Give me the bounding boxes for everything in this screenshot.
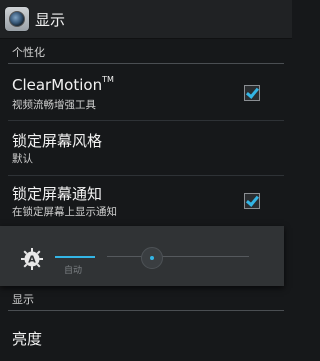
pref-summary: 在锁定屏幕上显示通知 (12, 206, 117, 218)
auto-label: 自动 (64, 266, 83, 276)
section-divider (8, 63, 284, 64)
pref-summary: 默认 (12, 153, 33, 165)
auto-letter: A (28, 255, 36, 266)
section-divider (8, 310, 284, 311)
section-header-display: 显示 (0, 287, 292, 311)
checkmark-icon (245, 193, 260, 207)
pref-clearmotion[interactable]: ClearMotionTM 视频流畅增强工具 (0, 66, 292, 120)
page-title: 显示 (35, 10, 66, 29)
pref-title: 锁定屏幕风格 (12, 132, 103, 150)
section-label: 个性化 (12, 46, 45, 59)
brightness-slider-thumb[interactable] (141, 247, 163, 269)
brightness-slider-fill (55, 256, 95, 258)
action-bar: 显示 (0, 0, 292, 39)
pref-lock-screen-notify[interactable]: 锁定屏幕通知 在锁定屏幕上显示通知 (0, 176, 292, 226)
settings-app-icon[interactable] (5, 7, 29, 31)
brightness-slider-track[interactable] (107, 256, 249, 257)
section-header-personalize: 个性化 (0, 40, 292, 64)
pref-title: 锁定屏幕通知 (12, 185, 103, 203)
auto-brightness-icon[interactable]: A (21, 248, 43, 270)
camera-lens-icon (9, 11, 25, 27)
checkmark-icon (245, 85, 260, 99)
section-label: 显示 (12, 293, 34, 306)
slider-thumb-dot (150, 256, 154, 260)
pref-brightness[interactable]: 亮度 (0, 312, 292, 361)
lock-notify-checkbox[interactable] (244, 193, 260, 209)
pref-lock-screen-style[interactable]: 锁定屏幕风格 默认 (0, 121, 292, 175)
pref-title: 亮度 (12, 330, 43, 348)
pref-summary: 视频流畅增强工具 (12, 99, 96, 111)
clearmotion-checkbox[interactable] (244, 85, 260, 101)
pref-title: ClearMotionTM (12, 75, 114, 94)
